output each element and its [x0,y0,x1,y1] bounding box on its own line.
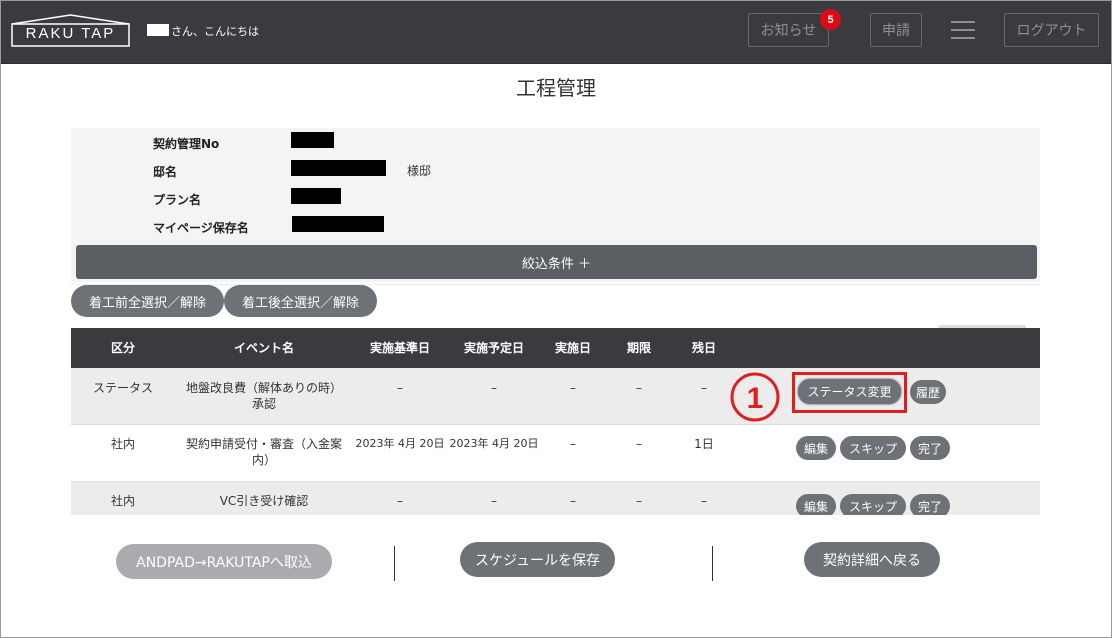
row-planned-date: – [491,494,497,508]
contract-no-label: 契約管理No [153,137,220,151]
row-event-line2: 承認 [251,397,276,411]
row-planned-date: – [491,381,497,395]
row-category: 社内 [110,437,135,451]
row-base-date: – [397,381,403,395]
plan-row: プラン名 [153,188,553,208]
divider [712,546,713,581]
edit-button[interactable]: 編集 [796,494,836,515]
highlight-box [792,372,907,413]
hamburger-menu-icon[interactable] [951,21,975,40]
notice-button[interactable]: お知らせ [748,13,829,47]
table-header: 区分 イベント名 実施基準日 実施予定日 実施日 期限 残日 [71,328,1040,368]
mypage-row: マイページ保存名 [153,216,553,236]
complete-button[interactable]: 完了 [910,436,950,460]
mypage-redacted [292,216,384,232]
row-remaining: – [701,381,707,395]
contract-no-row: 契約管理No [153,132,553,152]
select-after-construction-button[interactable]: 着工後全選択／解除 [224,285,377,317]
header-category: 区分 [110,341,135,355]
header-event-name: イベント名 [233,341,294,355]
row-base-date: 2023年 4月 20日 [355,437,445,450]
row-planned-date: 2023年 4月 20日 [449,437,539,450]
row-done-date: – [570,494,576,508]
header-deadline: 期限 [626,341,651,355]
contract-no-redacted [291,132,334,148]
row-done-date: – [570,437,576,451]
plan-label: プラン名 [153,193,202,207]
row-remaining: – [701,494,707,508]
row-deadline: – [636,381,642,395]
greeting-text: さん、こんにちは [171,25,259,38]
residence-suffix: 様邸 [407,164,432,178]
notice-count-badge: 5 [820,9,841,30]
annotation-number: 1 [747,382,764,415]
row-event-line1: VC引き受け確認 [219,494,309,508]
username-redacted [147,24,169,36]
rakutap-logo[interactable]: RAKU TAP [11,14,130,47]
plan-redacted [291,188,341,204]
row-deadline: – [636,437,642,451]
save-schedule-button[interactable]: スケジュールを保存 [460,542,615,577]
filter-toggle-button[interactable]: 絞込条件 ＋ [76,245,1037,279]
residence-label: 邸名 [153,165,178,179]
row-event-line1: 地盤改良費（解体ありの時） [185,381,342,395]
andpad-import-button[interactable]: ANDPAD→RAKUTAPへ取込 [116,544,332,579]
annotation-circle-icon: 1 [730,372,780,422]
logout-button[interactable]: ログアウト [1004,13,1099,47]
row-deadline: – [636,494,642,508]
row-event-line1: 契約申請受付・審査（入金案 [185,437,342,451]
header-done-date: 実施日 [554,341,591,355]
logo-text: RAKU TAP [25,25,116,42]
row-category: 社内 [110,494,135,508]
row-base-date: – [397,494,403,508]
row-done-date: – [570,381,576,395]
residence-redacted [291,160,386,176]
skip-button[interactable]: スキップ [840,436,906,460]
mypage-label: マイページ保存名 [153,221,249,235]
row-category: ステータス [92,381,153,395]
table-row: 社内 VC引き受け確認 – – – – – 編集 スキップ 完了 [71,481,1040,515]
row-remaining: 1日 [694,437,714,451]
divider [394,546,395,581]
row-event-line2: 内） [251,453,276,467]
skip-button[interactable]: スキップ [840,494,906,515]
header-remaining: 残日 [691,341,716,355]
apply-button[interactable]: 申請 [870,13,922,47]
app-header: RAKU TAP さん、こんにちは お知らせ 5 申請 ログアウト [0,0,1112,64]
header-planned-date: 実施予定日 [463,341,524,355]
complete-button[interactable]: 完了 [910,494,950,515]
back-to-contract-button[interactable]: 契約詳細へ戻る [804,542,940,577]
edit-button[interactable]: 編集 [796,436,836,460]
header-base-date: 実施基準日 [369,341,430,355]
residence-row: 邸名 様邸 [153,160,553,180]
page-title: 工程管理 [516,76,596,100]
history-button[interactable]: 履歴 [910,380,946,404]
select-before-construction-button[interactable]: 着工前全選択／解除 [71,285,224,317]
